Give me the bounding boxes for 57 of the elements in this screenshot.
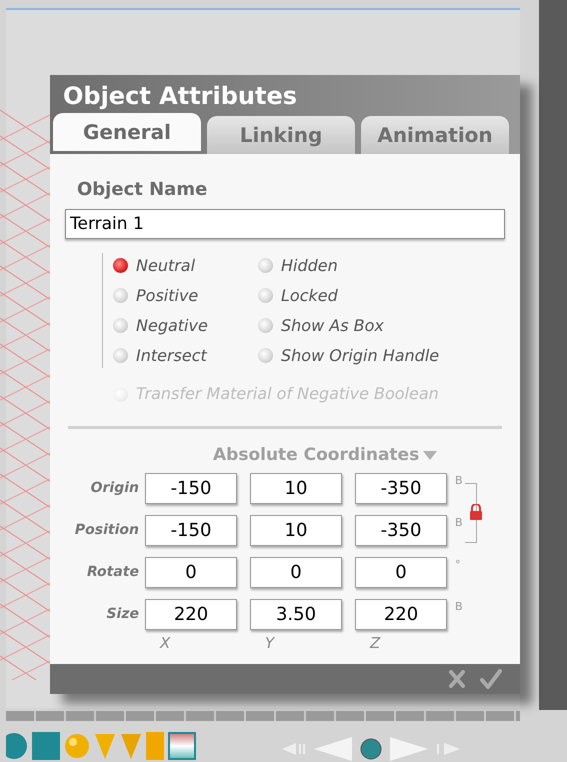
coordinate-field[interactable]: 10 [250, 472, 342, 504]
option-label: Show As Box [281, 314, 384, 336]
cone-icon[interactable] [94, 732, 116, 760]
radio-button[interactable] [258, 258, 273, 273]
stop-icon[interactable] [360, 738, 382, 760]
radio-button[interactable] [258, 348, 273, 363]
axis-label: X [160, 632, 172, 654]
radio-button[interactable] [258, 318, 273, 333]
unit-label: B [455, 472, 463, 488]
coordinate-field[interactable]: -150 [145, 472, 237, 504]
row-label: Rotate [86, 562, 140, 582]
play-icon[interactable] [390, 737, 428, 761]
unit-label: B [455, 514, 463, 530]
option-label: Neutral [136, 254, 196, 276]
sphere-icon[interactable] [64, 733, 90, 759]
gradient-square-icon[interactable] [168, 732, 196, 760]
coordinate-field[interactable]: -350 [355, 514, 447, 546]
lock-icon[interactable] [468, 504, 483, 520]
skip-forward-icon[interactable] [436, 742, 460, 756]
coordinate-field[interactable]: 10 [250, 514, 342, 546]
row-label: Origin [90, 478, 140, 498]
option-label: Show Origin Handle [281, 344, 440, 366]
cone-icon[interactable] [120, 732, 142, 760]
option-label: Positive [136, 284, 198, 306]
row-label: Size [105, 604, 140, 624]
option-label: Transfer Material of Negative Boolean [136, 383, 439, 405]
radio-button[interactable] [113, 288, 128, 303]
coordinate-field[interactable]: 220 [145, 598, 237, 630]
axis-label: Z [370, 632, 382, 654]
coordinate-field[interactable]: -150 [145, 514, 237, 546]
option-label: Negative [136, 314, 208, 336]
unit-label: B [455, 598, 463, 614]
coordinate-field[interactable]: 220 [355, 598, 447, 630]
radio-button[interactable] [258, 288, 273, 303]
tab[interactable]: General [53, 113, 201, 151]
skip-back-icon[interactable] [282, 742, 306, 756]
window-title: Object Attributes [62, 81, 298, 111]
radio-button[interactable] [113, 258, 128, 273]
coordinate-field[interactable]: 0 [355, 556, 447, 588]
confirm-icon[interactable] [480, 669, 502, 689]
coordinate-field[interactable]: 0 [145, 556, 237, 588]
dropdown-arrow-icon[interactable] [423, 450, 438, 461]
row-label: Position [74, 520, 140, 540]
option-label: Locked [281, 284, 338, 306]
coordinate-field[interactable]: 0 [250, 556, 342, 588]
coordinate-field[interactable]: 3.50 [250, 598, 342, 630]
radio-button[interactable] [113, 318, 128, 333]
play-back-icon[interactable] [314, 737, 352, 761]
axis-label: Y [265, 632, 276, 654]
coordinate-field[interactable]: -350 [355, 472, 447, 504]
radio-button[interactable] [113, 348, 128, 363]
option-label: Intersect [136, 344, 207, 366]
object-name-field[interactable]: Terrain 1 [65, 209, 505, 239]
unit-label: ° [455, 556, 460, 572]
option-label: Hidden [281, 254, 338, 276]
cancel-icon[interactable] [448, 670, 466, 688]
field-label: Object Name [76, 178, 208, 202]
